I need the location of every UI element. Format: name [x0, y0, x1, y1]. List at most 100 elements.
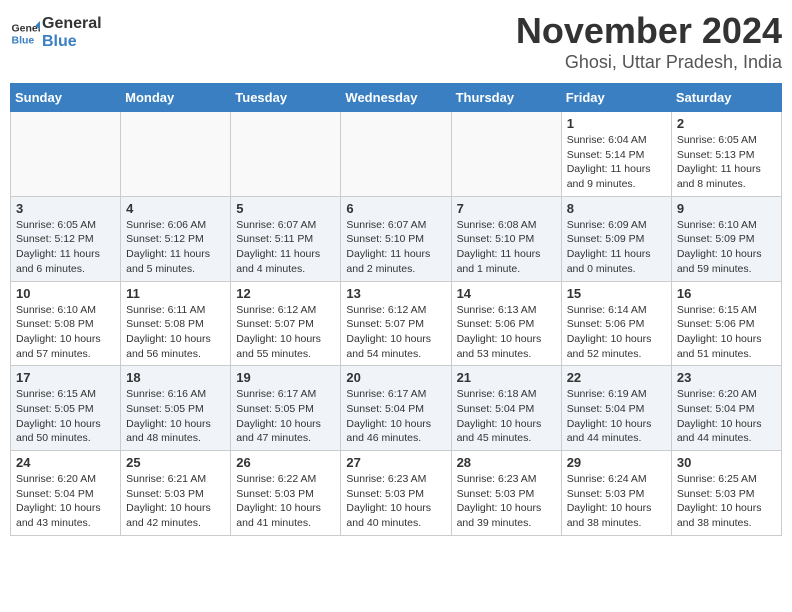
day-cell: 27 Sunrise: 6:23 AM Sunset: 5:03 PM Dayli…	[341, 451, 451, 536]
day-cell	[11, 112, 121, 197]
header-row: SundayMondayTuesdayWednesdayThursdayFrid…	[11, 84, 782, 112]
calendar-body: 1 Sunrise: 6:04 AM Sunset: 5:14 PM Daylig…	[11, 112, 782, 536]
day-number: 29	[567, 455, 666, 470]
logo-text-line2: Blue	[42, 33, 102, 51]
month-title: November 2024	[516, 10, 782, 52]
day-cell: 20Sunrise: 6:17 AM Sunset: 5:04 PM Dayli…	[341, 366, 451, 451]
day-info: Sunrise: 6:18 AM Sunset: 5:04 PM Dayligh…	[457, 387, 556, 446]
day-cell: 1 Sunrise: 6:04 AM Sunset: 5:14 PM Daylig…	[561, 112, 671, 197]
day-cell: 18Sunrise: 6:16 AM Sunset: 5:05 PM Dayli…	[121, 366, 231, 451]
day-info: Sunrise: 6:16 AM Sunset: 5:05 PM Dayligh…	[126, 387, 225, 446]
day-cell: 4Sunrise: 6:06 AM Sunset: 5:12 PM Daylig…	[121, 196, 231, 281]
day-cell: 7Sunrise: 6:08 AM Sunset: 5:10 PM Daylig…	[451, 196, 561, 281]
day-info: Sunrise: 6:07 AM Sunset: 5:10 PM Dayligh…	[346, 218, 445, 277]
day-cell: 14Sunrise: 6:13 AM Sunset: 5:06 PM Dayli…	[451, 281, 561, 366]
day-info: Sunrise: 6:20 AM Sunset: 5:04 PM Dayligh…	[677, 387, 776, 446]
day-number: 2	[677, 116, 776, 131]
day-number: 6	[346, 201, 445, 216]
day-cell: 3 Sunrise: 6:05 AM Sunset: 5:12 PM Daylig…	[11, 196, 121, 281]
day-number: 9	[677, 201, 776, 216]
day-cell: 2Sunrise: 6:05 AM Sunset: 5:13 PM Daylig…	[671, 112, 781, 197]
day-info: Sunrise: 6:15 AM Sunset: 5:06 PM Dayligh…	[677, 303, 776, 362]
day-info: Sunrise: 6:25 AM Sunset: 5:03 PM Dayligh…	[677, 472, 776, 531]
day-cell: 15 Sunrise: 6:14 AM Sunset: 5:06 PM Dayli…	[561, 281, 671, 366]
day-cell: 30 Sunrise: 6:25 AM Sunset: 5:03 PM Dayli…	[671, 451, 781, 536]
day-cell	[341, 112, 451, 197]
page-header: General Blue General Blue November 2024 …	[10, 10, 782, 73]
day-number: 10	[16, 286, 115, 301]
day-cell: 11 Sunrise: 6:11 AM Sunset: 5:08 PM Dayli…	[121, 281, 231, 366]
day-number: 8	[567, 201, 666, 216]
week-row-3: 10 Sunrise: 6:10 AM Sunset: 5:08 PM Dayli…	[11, 281, 782, 366]
day-cell: 16 Sunrise: 6:15 AM Sunset: 5:06 PM Dayli…	[671, 281, 781, 366]
day-number: 22	[567, 370, 666, 385]
day-number: 4	[126, 201, 225, 216]
day-cell: 23Sunrise: 6:20 AM Sunset: 5:04 PM Dayli…	[671, 366, 781, 451]
week-row-4: 17Sunrise: 6:15 AM Sunset: 5:05 PM Dayli…	[11, 366, 782, 451]
day-cell: 13Sunrise: 6:12 AM Sunset: 5:07 PM Dayli…	[341, 281, 451, 366]
day-cell: 10 Sunrise: 6:10 AM Sunset: 5:08 PM Dayli…	[11, 281, 121, 366]
header-cell-friday: Friday	[561, 84, 671, 112]
day-info: Sunrise: 6:24 AM Sunset: 5:03 PM Dayligh…	[567, 472, 666, 531]
day-number: 25	[126, 455, 225, 470]
day-cell: 8 Sunrise: 6:09 AM Sunset: 5:09 PM Daylig…	[561, 196, 671, 281]
day-info: Sunrise: 6:10 AM Sunset: 5:08 PM Dayligh…	[16, 303, 115, 362]
header-cell-monday: Monday	[121, 84, 231, 112]
day-info: Sunrise: 6:05 AM Sunset: 5:12 PM Dayligh…	[16, 218, 115, 277]
day-info: Sunrise: 6:17 AM Sunset: 5:04 PM Dayligh…	[346, 387, 445, 446]
day-info: Sunrise: 6:23 AM Sunset: 5:03 PM Dayligh…	[457, 472, 556, 531]
day-number: 15	[567, 286, 666, 301]
day-number: 30	[677, 455, 776, 470]
header-cell-sunday: Sunday	[11, 84, 121, 112]
day-info: Sunrise: 6:10 AM Sunset: 5:09 PM Dayligh…	[677, 218, 776, 277]
day-number: 1	[567, 116, 666, 131]
day-number: 17	[16, 370, 115, 385]
day-cell: 28 Sunrise: 6:23 AM Sunset: 5:03 PM Dayli…	[451, 451, 561, 536]
logo: General Blue General Blue	[10, 15, 102, 50]
day-number: 21	[457, 370, 556, 385]
day-cell: 9 Sunrise: 6:10 AM Sunset: 5:09 PM Daylig…	[671, 196, 781, 281]
day-number: 27	[346, 455, 445, 470]
day-number: 7	[457, 201, 556, 216]
day-cell: 26Sunrise: 6:22 AM Sunset: 5:03 PM Dayli…	[231, 451, 341, 536]
day-cell	[121, 112, 231, 197]
day-info: Sunrise: 6:23 AM Sunset: 5:03 PM Dayligh…	[346, 472, 445, 531]
day-info: Sunrise: 6:12 AM Sunset: 5:07 PM Dayligh…	[236, 303, 335, 362]
day-info: Sunrise: 6:09 AM Sunset: 5:09 PM Dayligh…	[567, 218, 666, 277]
week-row-5: 24 Sunrise: 6:20 AM Sunset: 5:04 PM Dayli…	[11, 451, 782, 536]
location-title: Ghosi, Uttar Pradesh, India	[516, 52, 782, 73]
day-info: Sunrise: 6:21 AM Sunset: 5:03 PM Dayligh…	[126, 472, 225, 531]
week-row-1: 1 Sunrise: 6:04 AM Sunset: 5:14 PM Daylig…	[11, 112, 782, 197]
day-number: 11	[126, 286, 225, 301]
day-info: Sunrise: 6:17 AM Sunset: 5:05 PM Dayligh…	[236, 387, 335, 446]
day-cell: 25 Sunrise: 6:21 AM Sunset: 5:03 PM Dayli…	[121, 451, 231, 536]
logo-text-line1: General	[42, 15, 102, 33]
day-info: Sunrise: 6:04 AM Sunset: 5:14 PM Dayligh…	[567, 133, 666, 192]
day-cell: 17Sunrise: 6:15 AM Sunset: 5:05 PM Dayli…	[11, 366, 121, 451]
day-number: 5	[236, 201, 335, 216]
svg-text:General: General	[12, 22, 41, 34]
day-cell: 24 Sunrise: 6:20 AM Sunset: 5:04 PM Dayli…	[11, 451, 121, 536]
day-cell: 22Sunrise: 6:19 AM Sunset: 5:04 PM Dayli…	[561, 366, 671, 451]
day-cell: 19Sunrise: 6:17 AM Sunset: 5:05 PM Dayli…	[231, 366, 341, 451]
day-number: 13	[346, 286, 445, 301]
week-row-2: 3 Sunrise: 6:05 AM Sunset: 5:12 PM Daylig…	[11, 196, 782, 281]
header-cell-wednesday: Wednesday	[341, 84, 451, 112]
day-info: Sunrise: 6:20 AM Sunset: 5:04 PM Dayligh…	[16, 472, 115, 531]
header-cell-thursday: Thursday	[451, 84, 561, 112]
day-number: 24	[16, 455, 115, 470]
day-info: Sunrise: 6:14 AM Sunset: 5:06 PM Dayligh…	[567, 303, 666, 362]
day-cell: 5Sunrise: 6:07 AM Sunset: 5:11 PM Daylig…	[231, 196, 341, 281]
day-cell	[451, 112, 561, 197]
day-info: Sunrise: 6:11 AM Sunset: 5:08 PM Dayligh…	[126, 303, 225, 362]
day-number: 26	[236, 455, 335, 470]
day-number: 16	[677, 286, 776, 301]
day-number: 28	[457, 455, 556, 470]
calendar-header: SundayMondayTuesdayWednesdayThursdayFrid…	[11, 84, 782, 112]
header-cell-tuesday: Tuesday	[231, 84, 341, 112]
day-cell: 29 Sunrise: 6:24 AM Sunset: 5:03 PM Dayli…	[561, 451, 671, 536]
calendar-table: SundayMondayTuesdayWednesdayThursdayFrid…	[10, 83, 782, 536]
day-number: 3	[16, 201, 115, 216]
svg-text:Blue: Blue	[12, 34, 35, 46]
header-cell-saturday: Saturday	[671, 84, 781, 112]
